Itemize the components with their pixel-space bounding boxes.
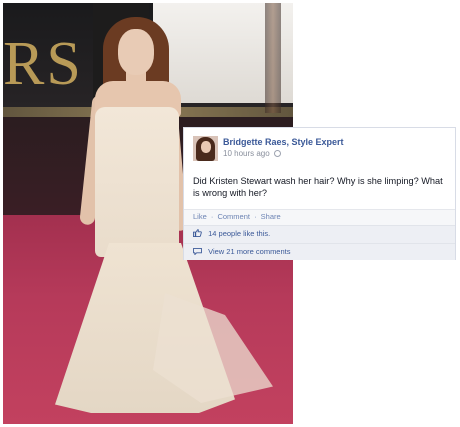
post-timestamp[interactable]: 10 hours ago xyxy=(223,149,281,158)
face xyxy=(118,29,154,75)
view-more-comments[interactable]: View 21 more comments xyxy=(184,243,455,260)
facebook-post-card: Bridgette Raes, Style Expert 10 hours ag… xyxy=(183,127,456,260)
gown-bodice xyxy=(95,107,179,257)
separator: · xyxy=(254,212,257,221)
post-text: Did Kristen Stewart wash her hair? Why i… xyxy=(193,176,443,198)
like-link[interactable]: Like xyxy=(193,212,207,221)
comment-bubble-icon xyxy=(193,248,202,255)
oscars-backdrop-lettering: RS xyxy=(3,30,83,98)
post-actions-bar: Like · Comment · Share xyxy=(184,209,455,225)
comment-link[interactable]: Comment xyxy=(217,212,250,221)
timestamp-text: 10 hours ago xyxy=(223,149,270,158)
avatar-face xyxy=(201,141,211,153)
separator: · xyxy=(210,212,214,221)
author-avatar[interactable] xyxy=(193,136,218,161)
share-link[interactable]: Share xyxy=(261,212,281,221)
view-more-comments-text: View 21 more comments xyxy=(208,247,291,256)
author-name[interactable]: Bridgette Raes, Style Expert xyxy=(223,137,344,147)
globe-icon xyxy=(273,150,281,157)
background-pole xyxy=(265,3,281,113)
likes-count-text: 14 people like this. xyxy=(208,229,271,238)
likes-summary[interactable]: 14 people like this. xyxy=(184,225,455,243)
thumbs-up-icon xyxy=(193,229,202,237)
